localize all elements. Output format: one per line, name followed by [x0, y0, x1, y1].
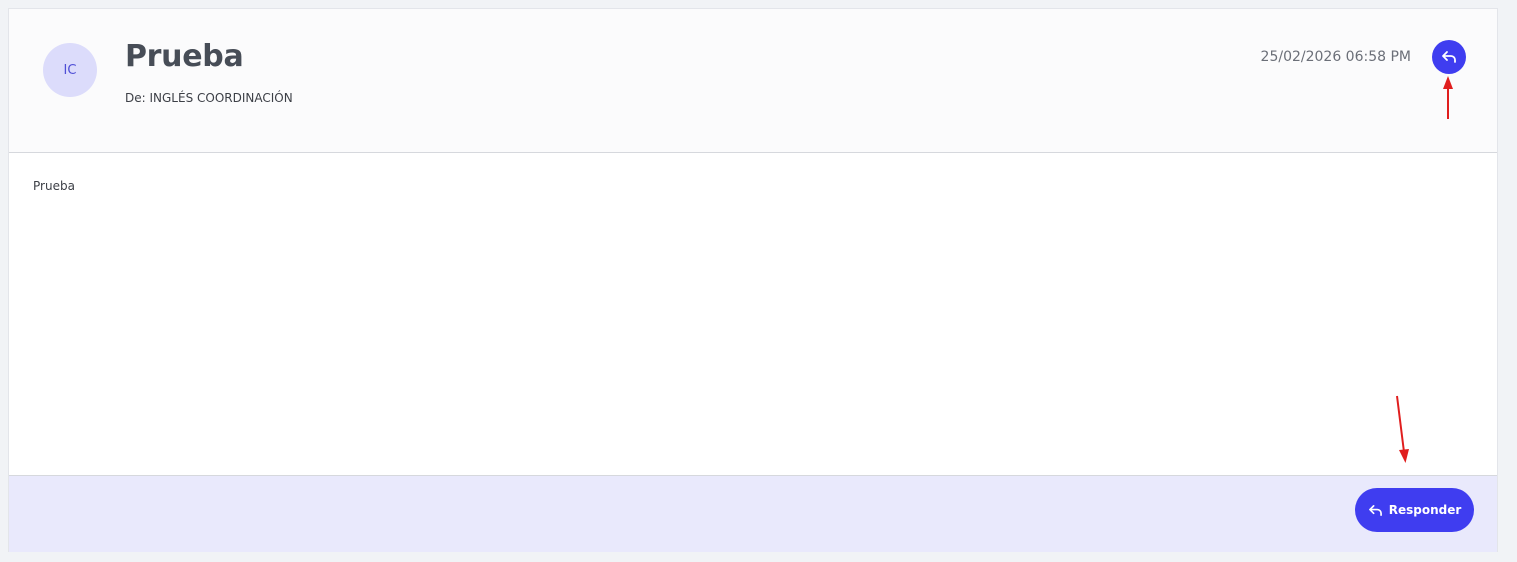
message-body-text: Prueba: [33, 179, 75, 193]
message-footer: Responder: [9, 476, 1497, 552]
reply-icon: [1368, 504, 1382, 516]
reply-button[interactable]: Responder: [1355, 488, 1474, 532]
message-subject: Prueba: [125, 39, 244, 74]
reply-button-label: Responder: [1388, 503, 1462, 517]
message-body: Prueba: [9, 153, 1497, 476]
message-card: IC Prueba De: INGLÉS COORDINACIÓN 25/02/…: [8, 8, 1498, 552]
message-header: IC Prueba De: INGLÉS COORDINACIÓN 25/02/…: [9, 9, 1497, 153]
message-sender: De: INGLÉS COORDINACIÓN: [125, 91, 293, 105]
message-date: 25/02/2026 06:58 PM: [1260, 49, 1411, 65]
avatar: IC: [43, 43, 97, 97]
reply-icon: [1442, 51, 1456, 63]
reply-icon-button[interactable]: [1432, 40, 1466, 74]
avatar-initials: IC: [63, 62, 77, 78]
